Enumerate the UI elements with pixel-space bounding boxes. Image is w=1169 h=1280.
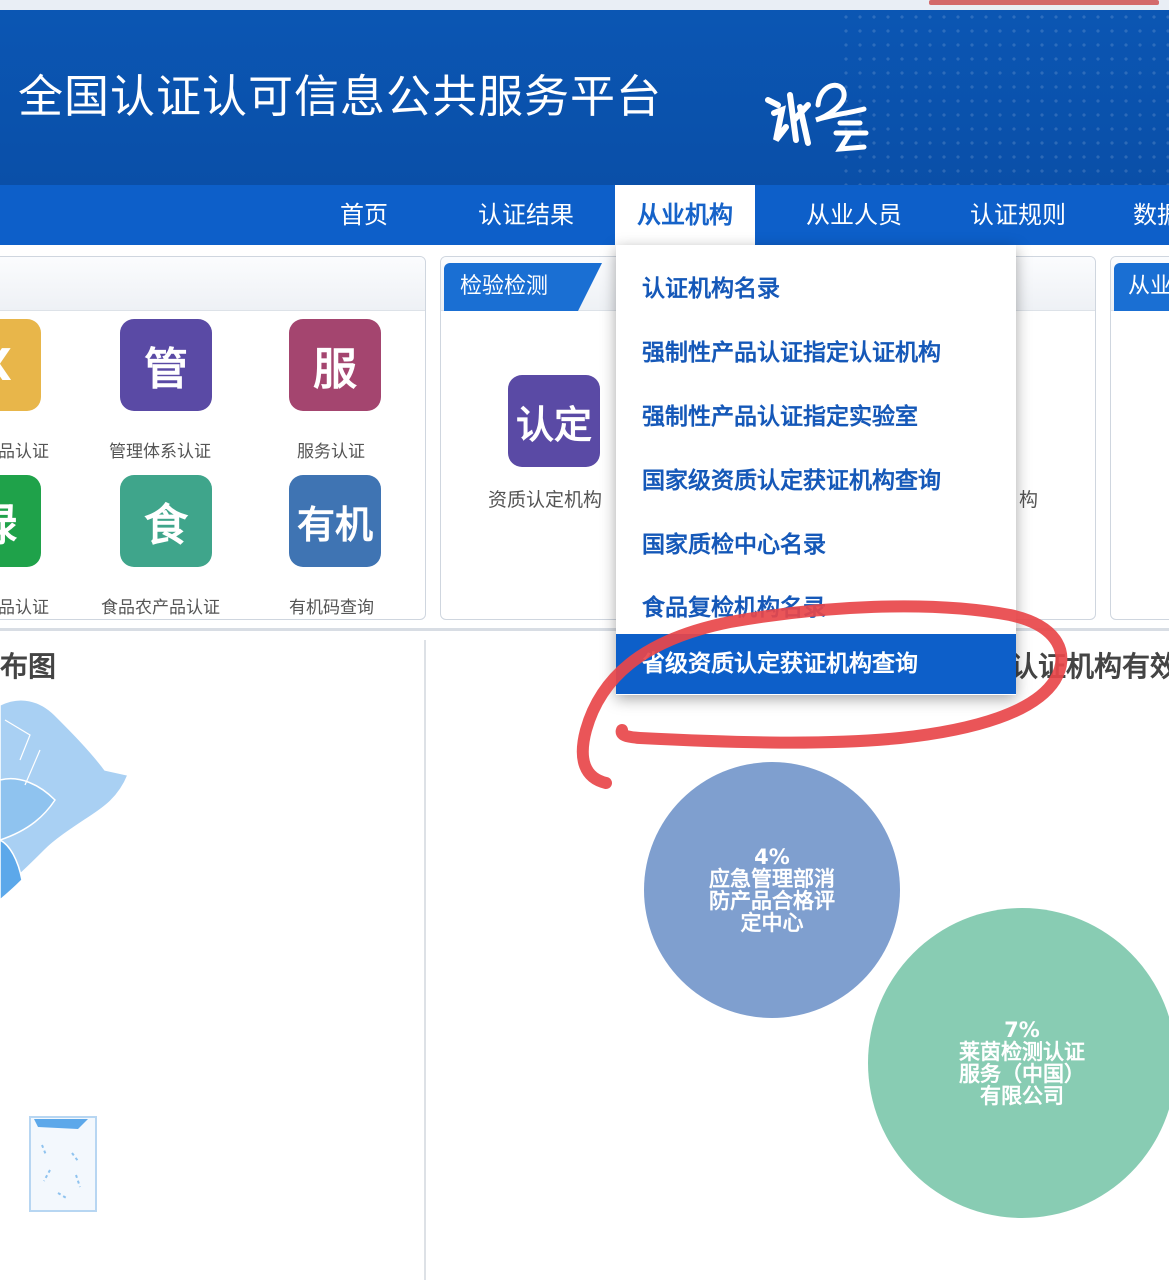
tile-label-management[interactable]: 管理体系认证: [109, 437, 211, 462]
bubble-percent: 4%: [754, 845, 790, 869]
tile-label-organic[interactable]: 有机码查询: [289, 593, 374, 618]
map-section-title: 布图: [0, 650, 57, 683]
tile-label-food[interactable]: 食品农产品认证: [101, 593, 220, 618]
menu-item-cert-body-directory[interactable]: 认证机构名录: [642, 269, 780, 303]
tab-practitioner[interactable]: 从业: [1114, 263, 1169, 311]
nav-item-certification-results[interactable]: 认证结果: [478, 185, 574, 245]
top-strip-link-text: [929, 0, 1159, 5]
organic-code-icon[interactable]: 有机: [289, 475, 381, 567]
nav-item-data[interactable]: 数据: [1133, 185, 1169, 245]
nav-item-rules[interactable]: 认证规则: [970, 185, 1066, 245]
practitioner-panel: 从业: [1110, 256, 1169, 620]
bubble-label-line: 服务（中国）: [959, 1062, 1085, 1086]
panel-header: [0, 257, 425, 311]
institutions-dropdown-menu: 认证机构名录 强制性产品认证指定认证机构 强制性产品认证指定实验室 国家级资质认…: [616, 245, 1016, 695]
menu-item-ccc-cert-bodies[interactable]: 强制性产品认证指定认证机构: [642, 333, 941, 367]
south-sea-inset-map: [29, 1116, 97, 1212]
management-system-icon[interactable]: 管: [120, 319, 212, 411]
certification-panel: X 产品认证 管 管理体系认证 服 服务认证 绿 产品认证 食 食品农产品认证 …: [0, 256, 426, 620]
service-certification-icon[interactable]: 服: [289, 319, 381, 411]
green-product-icon[interactable]: 绿: [0, 475, 41, 567]
menu-item-provincial-qualification-query[interactable]: 省级资质认定获证机构查询: [616, 634, 1016, 694]
tile-label-qualification[interactable]: 资质认定机构: [488, 485, 602, 512]
tile-label-product[interactable]: 产品认证: [0, 437, 49, 462]
menu-item-food-recheck-directory[interactable]: 食品复检机构名录: [642, 588, 826, 622]
menu-item-national-inspection-centers[interactable]: 国家质检中心名录: [642, 525, 826, 559]
main-nav: 首页 认证结果 从业机构 从业人员 认证规则 数据: [0, 185, 1169, 247]
bubble-emergency-center[interactable]: 4% 应急管理部消 防产品合格评 定中心: [644, 762, 900, 1018]
bubble-percent: 7%: [1004, 1018, 1040, 1042]
product-certification-icon[interactable]: X: [0, 319, 41, 411]
screenshot-root: 全国认证认可信息公共服务平台 首页 认证结果 从业机构 从业人员 认证规则 数据…: [0, 0, 1169, 1280]
renzheng-cloud-logo: [765, 82, 869, 152]
menu-item-national-qualification-query[interactable]: 国家级资质认定获证机构查询: [642, 461, 941, 495]
bubble-label-line: 定中心: [740, 911, 804, 935]
tile-label-service[interactable]: 服务认证: [297, 437, 365, 462]
food-agri-icon[interactable]: 食: [120, 475, 212, 567]
column-divider: [424, 640, 426, 1280]
bubble-label-line: 莱茵检测认证: [959, 1040, 1085, 1064]
nav-item-institutions[interactable]: 从业机构: [615, 185, 755, 247]
menu-item-ccc-labs[interactable]: 强制性产品认证指定实验室: [642, 397, 918, 431]
bubble-label-line: 应急管理部消: [709, 867, 835, 891]
bubble-label-line: 有限公司: [980, 1084, 1064, 1108]
site-header: 全国认证认可信息公共服务平台: [0, 10, 1169, 185]
site-title: 全国认证认可信息公共服务平台: [18, 70, 663, 123]
header-pattern: [839, 10, 1169, 185]
bubble-section-title: 认证机构有效: [1010, 650, 1169, 683]
china-map[interactable]: [0, 690, 140, 920]
nav-item-home[interactable]: 首页: [340, 185, 388, 245]
qualification-icon[interactable]: 认定: [508, 375, 600, 467]
tab-inspection[interactable]: 检验检测: [444, 263, 603, 311]
bubble-tuv-rheinland[interactable]: 7% 莱茵检测认证 服务（中国） 有限公司: [868, 908, 1169, 1218]
bubble-label-line: 防产品合格评: [709, 889, 835, 913]
tile-label-partial[interactable]: 构: [1019, 485, 1038, 512]
tile-label-green[interactable]: 产品认证: [0, 593, 49, 618]
nav-item-personnel[interactable]: 从业人员: [806, 185, 902, 245]
